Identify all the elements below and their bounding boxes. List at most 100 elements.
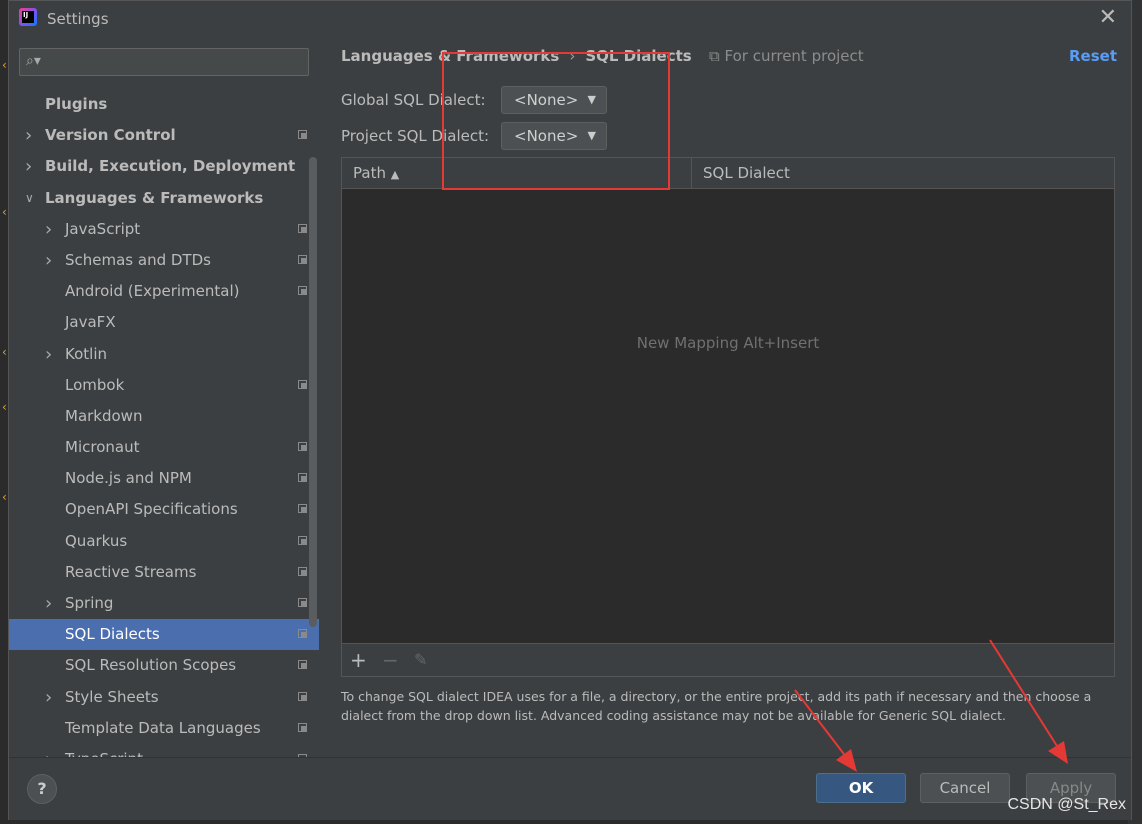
sidebar-item[interactable]: › Version Control (9, 120, 319, 151)
chevron-right-icon[interactable]: › (25, 151, 32, 182)
sidebar-item-label: Plugins (45, 95, 108, 113)
sidebar-item-label: Quarkus (65, 531, 128, 550)
sidebar-item[interactable]: Lombok (9, 370, 319, 401)
sidebar-item-label: Spring (65, 594, 114, 612)
sidebar-item-label: Template Data Languages (65, 718, 261, 737)
sidebar-item[interactable]: Node.js and NPM (9, 463, 319, 494)
sidebar-item-label: JavaScript (65, 219, 141, 238)
annotation-highlight-box (442, 52, 670, 190)
sidebar-item-label: SQL Resolution Scopes (65, 656, 237, 675)
help-button[interactable]: ? (27, 774, 57, 804)
sql-dialects-panel: Languages & Frameworks › SQL Dialects ⧉ Fo… (319, 37, 1131, 757)
search-icon: ⌕▾ (26, 53, 41, 69)
column-divider[interactable] (691, 158, 692, 188)
search-input[interactable]: ⌕▾ (19, 48, 309, 76)
sidebar-item[interactable]: › Spring (9, 588, 319, 619)
sidebar-item-label: Style Sheets (65, 687, 159, 706)
project-scope-icon (298, 598, 307, 607)
chevron-down-icon[interactable]: ∨ (25, 183, 34, 214)
reset-link[interactable]: Reset (1069, 47, 1117, 65)
sidebar-item[interactable]: OpenAPI Specifications (9, 494, 319, 525)
column-path-header[interactable]: Path ▲ (353, 158, 399, 188)
cancel-button[interactable]: Cancel (920, 773, 1010, 803)
scope-label: For current project (724, 47, 864, 65)
sidebar-item[interactable]: › TypeScript (9, 744, 319, 757)
sidebar-item[interactable]: ∨ Languages & Frameworks (9, 183, 319, 214)
sidebar-item-label: TypeScript (65, 744, 143, 757)
sidebar-scrollbar[interactable] (309, 157, 317, 627)
gutter-marker: ‹ (2, 58, 7, 72)
empty-table-text: New Mapping Alt+Insert (636, 334, 820, 352)
sidebar-item-label: Version Control (45, 126, 176, 145)
help-text: To change SQL dialect IDEA uses for a fi… (341, 689, 1092, 723)
dialog-footer: ? OK Cancel Apply (9, 757, 1131, 820)
project-scope-icon (298, 379, 307, 389)
sidebar-item-label: Kotlin (65, 344, 107, 363)
close-icon[interactable]: ✕ (1099, 7, 1117, 29)
settings-sidebar: ⌕▾ Plugins › Version Control › Build, Execut… (9, 37, 319, 757)
sort-ascending-icon: ▲ (390, 168, 400, 181)
sidebar-item[interactable]: › Schemas and DTDs (9, 245, 319, 276)
project-scope-icon (298, 130, 307, 140)
project-scope-icon (298, 442, 307, 452)
sidebar-item[interactable]: Android (Experimental) (9, 276, 319, 307)
sidebar-item[interactable]: › Build, Execution, Deployment (9, 151, 319, 182)
sidebar-item[interactable]: Template Data Languages (9, 713, 319, 744)
chevron-right-icon[interactable]: › (45, 339, 52, 370)
remove-icon[interactable]: − (382, 648, 399, 672)
scope-indicator: ⧉ For current project (709, 47, 864, 65)
sidebar-item[interactable]: Plugins (9, 89, 319, 120)
project-scope-icon (298, 566, 307, 576)
gutter-marker: ‹ (2, 490, 7, 504)
column-path-label: Path (353, 164, 386, 182)
project-scope-icon (298, 691, 307, 701)
project-scope-icon (298, 660, 307, 670)
sidebar-item[interactable]: SQL Dialects (9, 619, 319, 651)
sidebar-item-label: Micronaut (65, 438, 140, 457)
chevron-right-icon[interactable]: › (45, 682, 52, 713)
ok-button[interactable]: OK (816, 773, 906, 803)
sidebar-item-label: Markdown (65, 406, 143, 425)
sidebar-item-label: Lombok (65, 375, 125, 394)
sidebar-item[interactable]: Micronaut (9, 432, 319, 463)
intellij-logo-icon: IJ (19, 8, 37, 26)
sidebar-item-label: Schemas and DTDs (65, 250, 211, 269)
sidebar-item-label: SQL Dialects (65, 625, 160, 644)
gutter-marker: ‹ (2, 205, 7, 219)
project-scope-icon (298, 473, 307, 483)
sidebar-item[interactable]: Markdown (9, 401, 319, 432)
watermark: CSDN @St_Rex (1007, 796, 1127, 813)
sidebar-item[interactable]: Reactive Streams (9, 557, 319, 588)
sidebar-item-label: OpenAPI Specifications (65, 500, 238, 519)
dialect-mapping-table: Path ▲ SQL Dialect New Mapping Alt+Inser… (341, 157, 1115, 677)
edit-icon[interactable]: ✎ (414, 650, 427, 669)
chevron-right-icon[interactable]: › (45, 744, 52, 757)
sidebar-item[interactable]: › Kotlin (9, 339, 319, 370)
sidebar-item-label: Reactive Streams (65, 562, 197, 581)
title-bar: IJ Settings ✕ (9, 1, 1131, 37)
project-scope-icon: ⧉ (709, 47, 720, 65)
sidebar-item[interactable]: Quarkus (9, 526, 319, 557)
table-toolbar: + − ✎ (342, 643, 1114, 676)
chevron-right-icon[interactable]: › (45, 214, 52, 245)
sidebar-item-label: Android (Experimental) (65, 282, 240, 301)
sidebar-item[interactable]: JavaFX (9, 307, 319, 338)
project-scope-icon (298, 223, 307, 233)
sidebar-item-label: JavaFX (65, 313, 116, 332)
chevron-right-icon[interactable]: › (45, 588, 52, 619)
chevron-right-icon[interactable]: › (45, 245, 52, 276)
sidebar-item-label: Languages & Frameworks (45, 188, 264, 207)
project-scope-icon (298, 722, 307, 732)
project-scope-icon (298, 504, 307, 514)
sidebar-item[interactable]: SQL Resolution Scopes (9, 650, 319, 681)
add-icon[interactable]: + (350, 648, 367, 672)
project-scope-icon (298, 286, 307, 296)
column-dialect-header[interactable]: SQL Dialect (703, 158, 790, 188)
sidebar-item-label: Node.js and NPM (65, 469, 192, 488)
dialog-title: Settings (47, 10, 109, 28)
project-scope-icon (298, 629, 307, 639)
sidebar-item[interactable]: › JavaScript (9, 214, 319, 245)
project-scope-icon (298, 254, 307, 264)
sidebar-item[interactable]: › Style Sheets (9, 682, 319, 713)
chevron-right-icon[interactable]: › (25, 120, 32, 151)
